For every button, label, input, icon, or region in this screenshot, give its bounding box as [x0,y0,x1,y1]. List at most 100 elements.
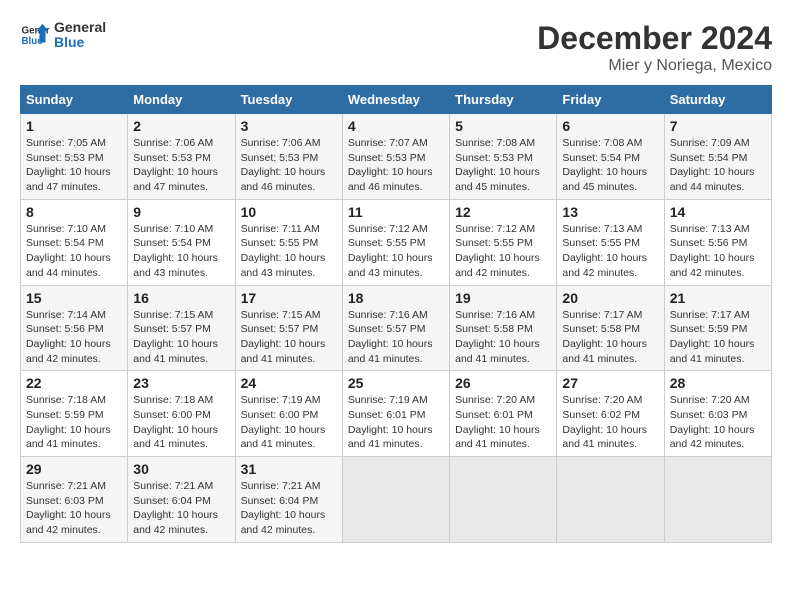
day-number: 16 [133,290,229,306]
day-number: 20 [562,290,658,306]
calendar-week-row: 8 Sunrise: 7:10 AMSunset: 5:54 PMDaylight… [21,199,772,285]
calendar-cell: 31 Sunrise: 7:21 AMSunset: 6:04 PMDayligh… [235,457,342,543]
calendar-cell: 11 Sunrise: 7:12 AMSunset: 5:55 PMDayligh… [342,199,449,285]
day-number: 11 [348,204,444,220]
day-number: 17 [241,290,337,306]
day-info: Sunrise: 7:21 AMSunset: 6:04 PMDaylight:… [133,480,218,536]
day-number: 9 [133,204,229,220]
calendar-cell: 15Sunrise: 7:14 AMSunset: 5:56 PMDayligh… [21,285,128,371]
day-number: 1 [26,118,122,134]
day-info: Sunrise: 7:16 AMSunset: 5:57 PMDaylight:… [348,309,433,365]
day-info: Sunrise: 7:19 AMSunset: 6:00 PMDaylight:… [241,394,326,450]
day-info: Sunrise: 7:13 AMSunset: 5:56 PMDaylight:… [670,223,755,279]
day-info: Sunrise: 7:12 AMSunset: 5:55 PMDaylight:… [348,223,433,279]
day-info: Sunrise: 7:06 AMSunset: 5:53 PMDaylight:… [241,137,326,193]
day-info: Sunrise: 7:10 AMSunset: 5:54 PMDaylight:… [26,223,111,279]
day-number: 4 [348,118,444,134]
day-info: Sunrise: 7:15 AMSunset: 5:57 PMDaylight:… [133,309,218,365]
day-info: Sunrise: 7:20 AMSunset: 6:01 PMDaylight:… [455,394,540,450]
calendar-cell: 26 Sunrise: 7:20 AMSunset: 6:01 PMDayligh… [450,371,557,457]
calendar-cell: 21Sunrise: 7:17 AMSunset: 5:59 PMDayligh… [664,285,771,371]
day-number: 12 [455,204,551,220]
day-info: Sunrise: 7:10 AMSunset: 5:54 PMDaylight:… [133,223,218,279]
calendar-cell: 2 Sunrise: 7:06 AMSunset: 5:53 PMDaylight… [128,114,235,200]
day-info: Sunrise: 7:20 AMSunset: 6:02 PMDaylight:… [562,394,647,450]
calendar-cell: 9 Sunrise: 7:10 AMSunset: 5:54 PMDaylight… [128,199,235,285]
day-number: 27 [562,375,658,391]
day-info: Sunrise: 7:05 AMSunset: 5:53 PMDaylight:… [26,137,111,193]
day-number: 7 [670,118,766,134]
month-title: December 2024 [537,20,772,57]
day-number: 19 [455,290,551,306]
title-block: December 2024 Mier y Noriega, Mexico [537,20,772,75]
calendar-cell: 19Sunrise: 7:16 AMSunset: 5:58 PMDayligh… [450,285,557,371]
page-header: General Blue General Blue December 2024 … [20,20,772,75]
location-title: Mier y Noriega, Mexico [537,57,772,75]
calendar-cell: 12 Sunrise: 7:12 AMSunset: 5:55 PMDayligh… [450,199,557,285]
calendar-week-row: 1 Sunrise: 7:05 AMSunset: 5:53 PMDaylight… [21,114,772,200]
day-number: 5 [455,118,551,134]
day-number: 3 [241,118,337,134]
day-header-sunday: Sunday [21,86,128,114]
day-number: 6 [562,118,658,134]
calendar-cell [557,457,664,543]
day-number: 24 [241,375,337,391]
calendar-cell: 16 Sunrise: 7:15 AMSunset: 5:57 PMDayligh… [128,285,235,371]
day-header-monday: Monday [128,86,235,114]
calendar-cell: 22Sunrise: 7:18 AMSunset: 5:59 PMDayligh… [21,371,128,457]
day-number: 8 [26,204,122,220]
calendar-cell: 8 Sunrise: 7:10 AMSunset: 5:54 PMDaylight… [21,199,128,285]
day-number: 26 [455,375,551,391]
day-number: 29 [26,461,122,477]
calendar-cell: 10Sunrise: 7:11 AMSunset: 5:55 PMDayligh… [235,199,342,285]
calendar-cell: 29 Sunrise: 7:21 AMSunset: 6:03 PMDayligh… [21,457,128,543]
day-info: Sunrise: 7:20 AMSunset: 6:03 PMDaylight:… [670,394,755,450]
logo-line1: General [54,20,106,35]
day-info: Sunrise: 7:07 AMSunset: 5:53 PMDaylight:… [348,137,433,193]
day-header-wednesday: Wednesday [342,86,449,114]
calendar-cell: 25 Sunrise: 7:19 AMSunset: 6:01 PMDayligh… [342,371,449,457]
calendar-cell: 24 Sunrise: 7:19 AMSunset: 6:00 PMDayligh… [235,371,342,457]
calendar-cell: 3 Sunrise: 7:06 AMSunset: 5:53 PMDaylight… [235,114,342,200]
day-number: 13 [562,204,658,220]
day-info: Sunrise: 7:08 AMSunset: 5:54 PMDaylight:… [562,137,647,193]
calendar-cell: 4 Sunrise: 7:07 AMSunset: 5:53 PMDaylight… [342,114,449,200]
calendar-week-row: 29 Sunrise: 7:21 AMSunset: 6:03 PMDayligh… [21,457,772,543]
calendar-cell: 23 Sunrise: 7:18 AMSunset: 6:00 PMDayligh… [128,371,235,457]
calendar-cell: 7 Sunrise: 7:09 AMSunset: 5:54 PMDaylight… [664,114,771,200]
calendar-cell: 18 Sunrise: 7:16 AMSunset: 5:57 PMDayligh… [342,285,449,371]
day-info: Sunrise: 7:18 AMSunset: 6:00 PMDaylight:… [133,394,218,450]
calendar-cell: 20 Sunrise: 7:17 AMSunset: 5:58 PMDayligh… [557,285,664,371]
day-number: 2 [133,118,229,134]
calendar-cell [664,457,771,543]
calendar-cell: 6 Sunrise: 7:08 AMSunset: 5:54 PMDaylight… [557,114,664,200]
day-info: Sunrise: 7:21 AMSunset: 6:03 PMDaylight:… [26,480,111,536]
calendar-cell: 5 Sunrise: 7:08 AMSunset: 5:53 PMDaylight… [450,114,557,200]
day-number: 23 [133,375,229,391]
day-info: Sunrise: 7:17 AMSunset: 5:58 PMDaylight:… [562,309,647,365]
day-info: Sunrise: 7:18 AMSunset: 5:59 PMDaylight:… [26,394,111,450]
day-header-thursday: Thursday [450,86,557,114]
day-info: Sunrise: 7:17 AMSunset: 5:59 PMDaylight:… [670,309,755,365]
day-number: 31 [241,461,337,477]
day-info: Sunrise: 7:11 AMSunset: 5:55 PMDaylight:… [241,223,326,279]
calendar-cell [342,457,449,543]
calendar-cell: 13Sunrise: 7:13 AMSunset: 5:55 PMDayligh… [557,199,664,285]
day-number: 18 [348,290,444,306]
day-info: Sunrise: 7:15 AMSunset: 5:57 PMDaylight:… [241,309,326,365]
logo-icon: General Blue [20,20,50,50]
day-number: 25 [348,375,444,391]
calendar-week-row: 15Sunrise: 7:14 AMSunset: 5:56 PMDayligh… [21,285,772,371]
day-info: Sunrise: 7:06 AMSunset: 5:53 PMDaylight:… [133,137,218,193]
logo-line2: Blue [54,35,106,50]
day-number: 14 [670,204,766,220]
day-info: Sunrise: 7:19 AMSunset: 6:01 PMDaylight:… [348,394,433,450]
day-info: Sunrise: 7:12 AMSunset: 5:55 PMDaylight:… [455,223,540,279]
calendar-cell: 1 Sunrise: 7:05 AMSunset: 5:53 PMDaylight… [21,114,128,200]
calendar-cell: 27 Sunrise: 7:20 AMSunset: 6:02 PMDayligh… [557,371,664,457]
day-info: Sunrise: 7:08 AMSunset: 5:53 PMDaylight:… [455,137,540,193]
day-number: 15 [26,290,122,306]
day-info: Sunrise: 7:21 AMSunset: 6:04 PMDaylight:… [241,480,326,536]
calendar-cell: 30Sunrise: 7:21 AMSunset: 6:04 PMDayligh… [128,457,235,543]
day-info: Sunrise: 7:09 AMSunset: 5:54 PMDaylight:… [670,137,755,193]
